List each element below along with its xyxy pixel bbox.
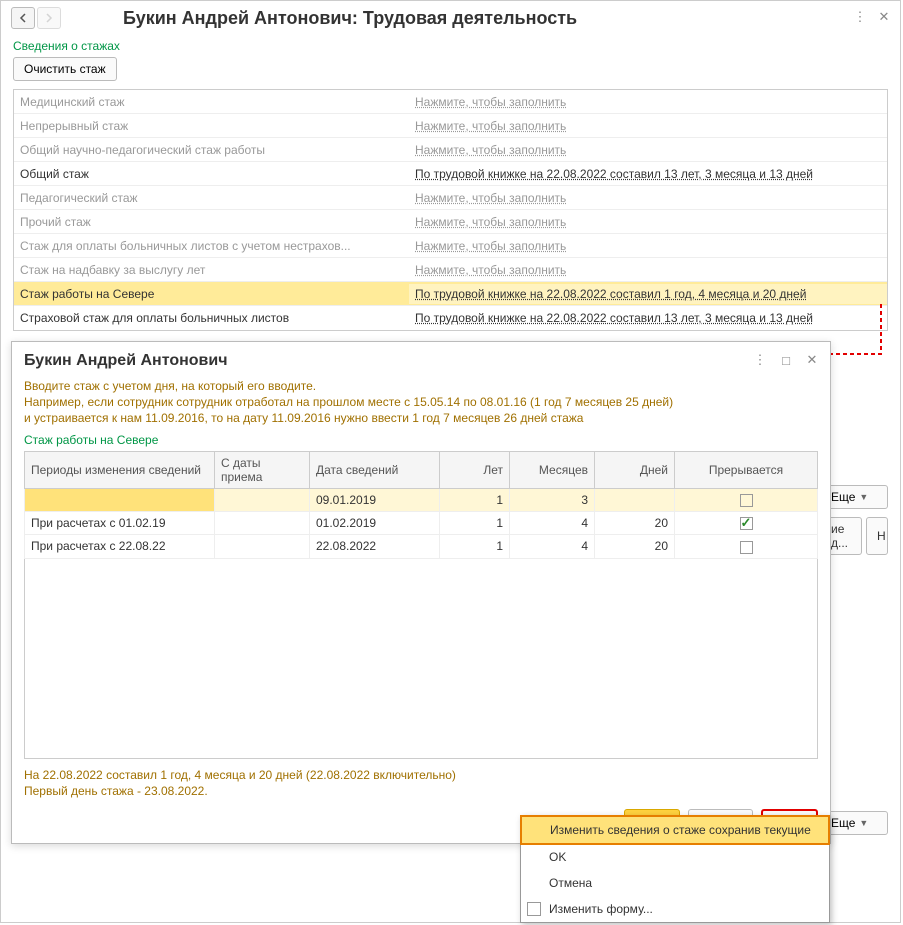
stage-row-value-link[interactable]: Нажмите, чтобы заполнить bbox=[415, 263, 566, 277]
stage-row[interactable]: Стаж для оплаты больничных листов с учет… bbox=[14, 234, 887, 258]
cell-interrupt[interactable] bbox=[675, 511, 818, 534]
stage-row[interactable]: Педагогический стаж Нажмите, чтобы заполн… bbox=[14, 186, 887, 210]
menu-item-cancel[interactable]: Отмена bbox=[521, 870, 829, 896]
rail-col2: H bbox=[866, 517, 888, 555]
dialog-hint: Вводите стаж с учетом дня, на который ег… bbox=[24, 378, 818, 427]
stage-row[interactable]: Стаж на надбавку за выслугу лет Нажмите, … bbox=[14, 258, 887, 282]
stage-row[interactable]: Непрерывный стаж Нажмите, чтобы заполнить bbox=[14, 114, 887, 138]
stage-row-label: Общий научно-педагогический стаж работы bbox=[14, 140, 409, 160]
col-days[interactable]: Дней bbox=[595, 451, 675, 488]
cell-days[interactable]: 20 bbox=[595, 511, 675, 534]
stage-row-value-link[interactable]: Нажмите, чтобы заполнить bbox=[415, 239, 566, 253]
stage-row[interactable]: Общий научно-педагогический стаж работы Н… bbox=[14, 138, 887, 162]
stage-row[interactable]: Стаж работы на Севере По трудовой книжке … bbox=[14, 282, 887, 306]
interrupt-checkbox[interactable] bbox=[740, 494, 753, 507]
dialog-sub-label: Стаж работы на Севере bbox=[24, 433, 818, 447]
titlebar: Букин Андрей Антонович: Трудовая деятель… bbox=[1, 1, 900, 35]
stage-row[interactable]: Страховой стаж для оплаты больничных лис… bbox=[14, 306, 887, 330]
stage-row-label: Стаж для оплаты больничных листов с учет… bbox=[14, 236, 409, 256]
cell-info_date[interactable]: 22.08.2022 bbox=[310, 535, 440, 558]
stage-row-value-link[interactable]: Нажмите, чтобы заполнить bbox=[415, 119, 566, 133]
cell-months[interactable]: 4 bbox=[510, 535, 595, 558]
col-period[interactable]: Периоды изменения сведений bbox=[25, 451, 215, 488]
cell-years[interactable]: 1 bbox=[440, 511, 510, 534]
clear-stage-button[interactable]: Очистить стаж bbox=[13, 57, 117, 81]
dialog-kebab-icon[interactable]: ⋮ bbox=[752, 352, 768, 368]
more-menu: Изменить сведения о стаже сохранив текущ… bbox=[520, 815, 830, 923]
stage-row-value-link[interactable]: Нажмите, чтобы заполнить bbox=[415, 95, 566, 109]
cell-period[interactable] bbox=[25, 488, 215, 511]
cell-from_hire[interactable] bbox=[215, 488, 310, 511]
stage-row-value-link[interactable]: Нажмите, чтобы заполнить bbox=[415, 215, 566, 229]
section-label: Сведения о стажах bbox=[1, 35, 900, 55]
main-window: Букин Андрей Антонович: Трудовая деятель… bbox=[0, 0, 901, 923]
cell-from_hire[interactable] bbox=[215, 535, 310, 558]
kebab-icon[interactable]: ⋮ bbox=[852, 9, 868, 25]
cell-from_hire[interactable] bbox=[215, 511, 310, 534]
menu-item-change-form[interactable]: Изменить форму... bbox=[521, 896, 829, 922]
stage-grid: Медицинский стаж Нажмите, чтобы заполнить… bbox=[13, 89, 888, 331]
form-icon bbox=[527, 902, 541, 916]
close-icon[interactable]: ✕ bbox=[876, 9, 892, 25]
stage-row-label: Непрерывный стаж bbox=[14, 116, 409, 136]
cell-months[interactable]: 4 bbox=[510, 511, 595, 534]
cell-period[interactable]: При расчетах с 01.02.19 bbox=[25, 511, 215, 534]
cell-months[interactable]: 3 bbox=[510, 488, 595, 511]
stage-dialog: ⋮ □ ✕ Букин Андрей Антонович Вводите ста… bbox=[11, 341, 831, 844]
menu-item-change-save[interactable]: Изменить сведения о стаже сохранив текущ… bbox=[520, 815, 830, 845]
col-from-hire[interactable]: С даты приема bbox=[215, 451, 310, 488]
stage-periods-table[interactable]: Периоды изменения сведений С даты приема… bbox=[24, 451, 818, 559]
period-row[interactable]: При расчетах с 22.08.22 22.08.20221420 bbox=[25, 535, 818, 558]
dialog-title: Букин Андрей Антонович bbox=[24, 352, 818, 370]
dialog-close-icon[interactable]: ✕ bbox=[804, 352, 820, 368]
cell-years[interactable]: 1 bbox=[440, 535, 510, 558]
col-interrupt[interactable]: Прерывается bbox=[675, 451, 818, 488]
cell-info_date[interactable]: 09.01.2019 bbox=[310, 488, 440, 511]
period-row[interactable]: При расчетах с 01.02.19 01.02.20191420 bbox=[25, 511, 818, 534]
nav-back-button[interactable] bbox=[11, 7, 35, 29]
stage-row[interactable]: Общий стаж По трудовой книжке на 22.08.20… bbox=[14, 162, 887, 186]
interrupt-checkbox[interactable] bbox=[740, 517, 753, 530]
cell-period[interactable]: При расчетах с 22.08.22 bbox=[25, 535, 215, 558]
stage-row-label: Прочий стаж bbox=[14, 212, 409, 232]
dialog-maximize-icon[interactable]: □ bbox=[778, 352, 794, 368]
stage-row-value-link[interactable]: По трудовой книжке на 22.08.2022 состави… bbox=[415, 167, 813, 181]
stage-row[interactable]: Прочий стаж Нажмите, чтобы заполнить bbox=[14, 210, 887, 234]
stage-row-label: Педагогический стаж bbox=[14, 188, 409, 208]
cell-years[interactable]: 1 bbox=[440, 488, 510, 511]
menu-item-ok[interactable]: OK bbox=[521, 844, 829, 870]
cell-info_date[interactable]: 01.02.2019 bbox=[310, 511, 440, 534]
interrupt-checkbox[interactable] bbox=[740, 541, 753, 554]
cell-interrupt[interactable] bbox=[675, 535, 818, 558]
stage-row-value-link[interactable]: По трудовой книжке на 22.08.2022 состави… bbox=[415, 311, 813, 325]
col-months[interactable]: Месяцев bbox=[510, 451, 595, 488]
stage-row-label: Медицинский стаж bbox=[14, 92, 409, 112]
stage-row[interactable]: Медицинский стаж Нажмите, чтобы заполнить bbox=[14, 90, 887, 114]
page-title: Букин Андрей Антонович: Трудовая деятель… bbox=[123, 8, 577, 29]
stage-row-value-link[interactable]: Нажмите, чтобы заполнить bbox=[415, 143, 566, 157]
nav-forward-button bbox=[37, 7, 61, 29]
stage-row-value-link[interactable]: По трудовой книжке на 22.08.2022 состави… bbox=[415, 287, 806, 301]
stage-row-label: Стаж работы на Севере bbox=[14, 284, 409, 304]
col-info-date[interactable]: Дата сведений bbox=[310, 451, 440, 488]
stage-row-label: Общий стаж bbox=[14, 164, 409, 184]
cell-days[interactable] bbox=[595, 488, 675, 511]
dialog-footer-hint: На 22.08.2022 составил 1 год, 4 месяца и… bbox=[24, 767, 818, 799]
col-years[interactable]: Лет bbox=[440, 451, 510, 488]
stage-row-label: Страховой стаж для оплаты больничных лис… bbox=[14, 308, 409, 328]
cell-interrupt[interactable] bbox=[675, 488, 818, 511]
cell-days[interactable]: 20 bbox=[595, 535, 675, 558]
stage-row-value-link[interactable]: Нажмите, чтобы заполнить bbox=[415, 191, 566, 205]
stage-row-label: Стаж на надбавку за выслугу лет bbox=[14, 260, 409, 280]
period-row[interactable]: 09.01.201913 bbox=[25, 488, 818, 511]
